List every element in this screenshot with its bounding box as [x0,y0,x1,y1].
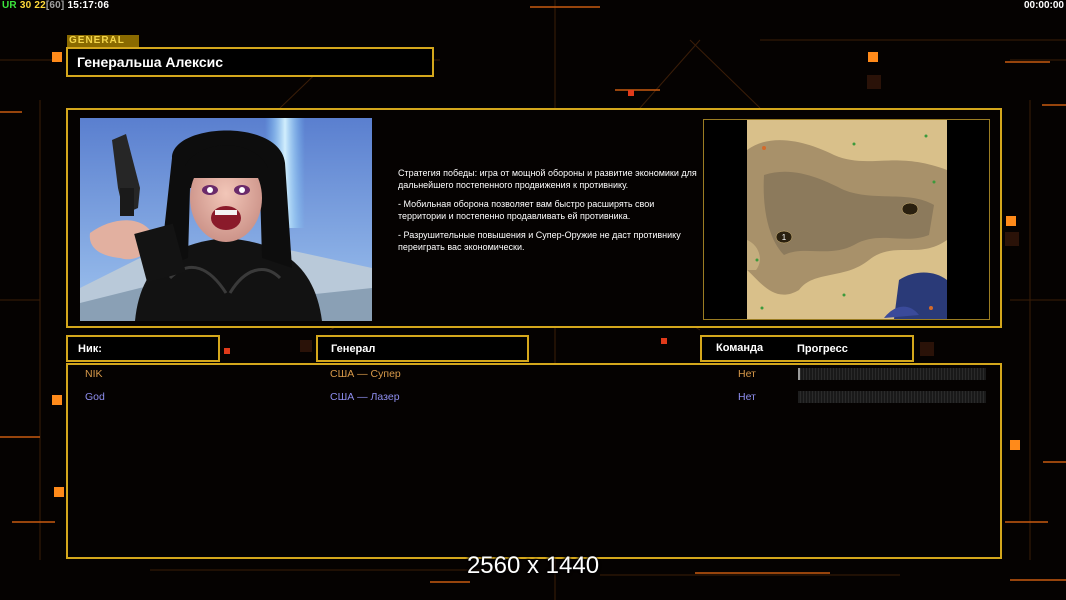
hud-timer: 00:00:00 [1023,0,1064,11]
general-info-panel: Стратегия победы: игра от мощной обороны… [66,108,1002,328]
column-header-team-progress: Команда Прогресс [700,335,914,362]
general-name: Генеральша Алексис [77,54,224,70]
column-header-general: Генерал [316,335,529,362]
description-paragraph: - Мобильная оборона позволяет вам быстро… [398,199,655,221]
hud-count: 22 [34,0,46,11]
hud-stats: UR 30 22[60] 15:17:06 [2,0,109,11]
general-tag: GENERAL [67,35,139,47]
player-nick: NIK [85,368,103,380]
player-progress-bar [798,368,986,380]
column-header-nick: Ник: [66,335,220,362]
portrait-image [80,118,372,321]
column-header-nick-label: Ник: [78,343,102,355]
general-name-box: Генеральша Алексис [66,47,434,77]
hud-count-max: [60] [45,0,65,11]
player-team[interactable]: Нет [738,391,756,403]
start-position-1[interactable]: 1 [782,233,787,242]
player-progress-bar [798,391,986,403]
minimap-image: 1 [704,120,989,319]
hud-clock: 15:17:06 [67,0,110,11]
player-nick: God [85,391,105,403]
minimap: 1 [703,119,990,320]
description-paragraph: - Разрушительные повышения и Супер-Оружи… [398,230,681,252]
strategy-description: Стратегия победы: игра от мощной обороны… [398,168,698,261]
description-paragraph: Стратегия победы: игра от мощной обороны… [398,168,697,190]
player-team[interactable]: Нет [738,368,756,380]
resolution-watermark: 2560 x 1440 [466,552,600,579]
player-list-panel: NIK США — Супер Нет God США — Лазер Нет [66,363,1002,559]
hud-ur-label: UR [2,0,17,11]
column-header-progress-label: Прогресс [797,343,848,355]
general-portrait [80,118,372,321]
player-general[interactable]: США — Супер [330,368,401,380]
start-position-empty[interactable] [901,202,919,216]
hud-fps: 30 [19,0,32,11]
column-header-team-label: Команда [716,342,764,354]
column-header-general-label: Генерал [331,343,376,355]
player-general[interactable]: США — Лазер [330,391,400,403]
